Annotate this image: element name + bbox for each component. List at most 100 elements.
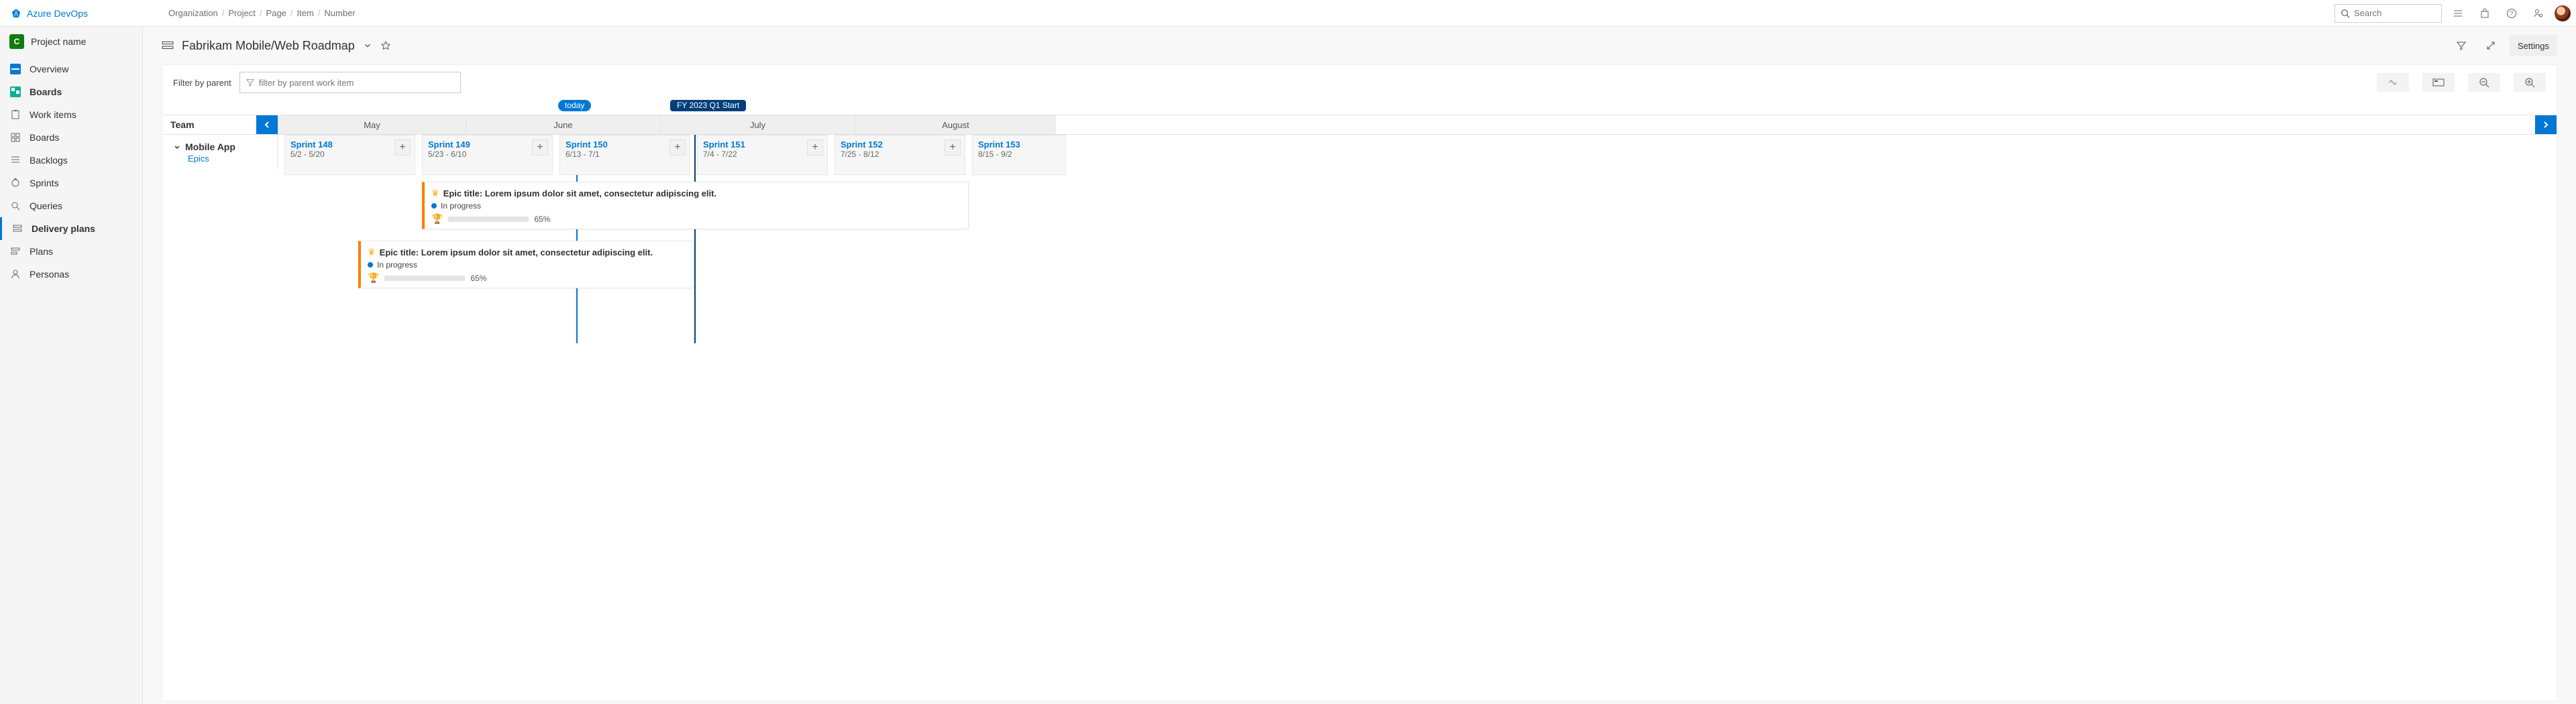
sprint-card[interactable]: Sprint 151 7/4 - 7/22 + — [697, 135, 828, 175]
breadcrumb-item[interactable]: Item — [297, 8, 313, 18]
month-may: May — [278, 115, 466, 134]
nav-label: Plans — [30, 246, 53, 257]
svg-text:?: ? — [2510, 10, 2513, 17]
sprint-dates: 5/2 - 5/20 — [290, 150, 409, 159]
team-name-row[interactable]: Mobile App — [173, 141, 272, 152]
sprint-card[interactable]: Sprint 150 6/13 - 7/1 + — [559, 135, 690, 175]
sprint-name: Sprint 150 — [566, 139, 684, 150]
nav-label: Work items — [30, 109, 76, 120]
user-settings-icon[interactable] — [2528, 3, 2549, 24]
nav-label: Backlogs — [30, 155, 68, 166]
nav-boards[interactable]: Boards — [0, 80, 142, 103]
status-dot — [431, 203, 437, 209]
list-icon[interactable] — [2447, 3, 2469, 24]
star-icon[interactable] — [380, 40, 391, 51]
team-type[interactable]: Epics — [188, 154, 272, 164]
progress-pct: 65% — [534, 215, 550, 224]
top-bar-right: ? — [2334, 3, 2571, 24]
epic-card[interactable]: ♛ Epic title: Lorem ipsum dolor sit amet… — [422, 182, 969, 229]
sprint-card[interactable]: Sprint 152 7/25 - 8/12 + — [835, 135, 965, 175]
help-icon[interactable]: ? — [2501, 3, 2522, 24]
filter-row: Filter by parent — [162, 65, 2557, 100]
scroll-right-button[interactable] — [2535, 115, 2557, 134]
breadcrumb-item[interactable]: Page — [266, 8, 286, 18]
nav-backlogs[interactable]: Backlogs — [0, 149, 142, 172]
settings-label: Settings — [2518, 41, 2549, 51]
breadcrumb-item[interactable]: Organization — [168, 8, 218, 18]
progress-bar — [448, 217, 529, 222]
plans-icon — [9, 245, 21, 257]
epic-title: Epic title: Lorem ipsum dolor sit amet, … — [443, 188, 716, 198]
filter-icon[interactable] — [2451, 35, 2472, 56]
expand-icon[interactable] — [2480, 35, 2502, 56]
title-bar: Fabrikam Mobile/Web Roadmap Settings — [143, 27, 2576, 64]
timeline-markers: today FY 2023 Q1 Start — [162, 100, 2557, 115]
settings-button[interactable]: Settings — [2510, 35, 2557, 56]
nav-label: Boards — [30, 86, 62, 97]
nav-plans[interactable]: Plans — [0, 240, 142, 263]
zoom-in-button[interactable] — [2514, 73, 2546, 92]
nav-label: Sprints — [30, 178, 59, 188]
project-row[interactable]: C Project name — [0, 28, 142, 55]
team-column: Mobile App Epics — [162, 135, 278, 169]
sprint-dates: 8/15 - 9/2 — [978, 150, 1060, 159]
sprint-name: Sprint 153 — [978, 139, 1060, 150]
search-icon — [2341, 9, 2350, 18]
delivery-icon — [11, 223, 23, 235]
sprint-name: Sprint 148 — [290, 139, 409, 150]
progress-bar — [384, 276, 465, 281]
lanes: Mobile App Epics Sprint 148 5/2 - 5/20 + — [162, 135, 2557, 169]
add-item-button[interactable]: + — [669, 139, 686, 156]
timeline: today FY 2023 Q1 Start Team May June Jul… — [162, 100, 2557, 169]
left-nav: C Project name Overview Boards Work item… — [0, 27, 143, 704]
nav-sprints[interactable]: Sprints — [0, 172, 142, 194]
card-view-button[interactable] — [2422, 73, 2455, 92]
search-field[interactable] — [2354, 8, 2436, 18]
nav-work-items[interactable]: Work items — [0, 103, 142, 126]
breadcrumb-item[interactable]: Number — [324, 8, 355, 18]
chevron-down-icon[interactable] — [363, 41, 372, 50]
progress-pct: 65% — [470, 274, 486, 283]
breadcrumb: Organization/ Project/ Page/ Item/ Numbe… — [168, 8, 356, 18]
brand-label: Azure DevOps — [27, 8, 88, 19]
sprint-card[interactable]: Sprint 148 5/2 - 5/20 + — [284, 135, 415, 175]
nav-personas[interactable]: Personas — [0, 263, 142, 286]
nav-boards-sub[interactable]: Boards — [0, 126, 142, 149]
status-dot — [368, 262, 373, 268]
trophy-icon: 🏆 — [368, 272, 379, 284]
bag-icon[interactable] — [2474, 3, 2496, 24]
axis-row: Team May June July August — [162, 115, 2557, 135]
today-pill: today — [558, 100, 591, 111]
avatar[interactable] — [2555, 5, 2571, 21]
nav-delivery-plans[interactable]: Delivery plans — [0, 217, 142, 240]
brand[interactable]: Azure DevOps — [11, 8, 88, 19]
sprint-dates: 7/4 - 7/22 — [703, 150, 822, 159]
sprint-card[interactable]: Sprint 149 5/23 - 6/10 + — [422, 135, 553, 175]
nav-queries[interactable]: Queries — [0, 194, 142, 217]
add-item-button[interactable]: + — [394, 139, 411, 156]
filter-input[interactable] — [239, 72, 461, 93]
scroll-left-button[interactable] — [256, 115, 278, 134]
sprint-name: Sprint 152 — [841, 139, 959, 150]
zoom-out-button[interactable] — [2468, 73, 2500, 92]
nav-label: Overview — [30, 64, 68, 74]
epic-card[interactable]: ♛ Epic title: Lorem ipsum dolor sit amet… — [358, 241, 694, 288]
nav-overview[interactable]: Overview — [0, 58, 142, 80]
team-header: Team — [162, 115, 256, 134]
add-item-button[interactable]: + — [807, 139, 823, 156]
top-bar: Azure DevOps Organization/ Project/ Page… — [0, 0, 2576, 27]
funnel-icon — [246, 78, 255, 87]
link-view-button[interactable] — [2377, 73, 2409, 92]
nav-label: Queries — [30, 200, 62, 211]
nav-label: Delivery plans — [32, 223, 95, 234]
azure-logo-icon — [11, 8, 21, 19]
sprint-card[interactable]: Sprint 153 8/15 - 9/2 — [972, 135, 1066, 175]
search-input[interactable] — [2334, 4, 2442, 23]
month-june: June — [466, 115, 660, 134]
add-item-button[interactable]: + — [945, 139, 961, 156]
breadcrumb-item[interactable]: Project — [228, 8, 255, 18]
main: Fabrikam Mobile/Web Roadmap Settings Fil… — [143, 27, 2576, 704]
add-item-button[interactable]: + — [532, 139, 548, 156]
filter-field[interactable] — [259, 78, 455, 88]
personas-icon — [9, 268, 21, 280]
